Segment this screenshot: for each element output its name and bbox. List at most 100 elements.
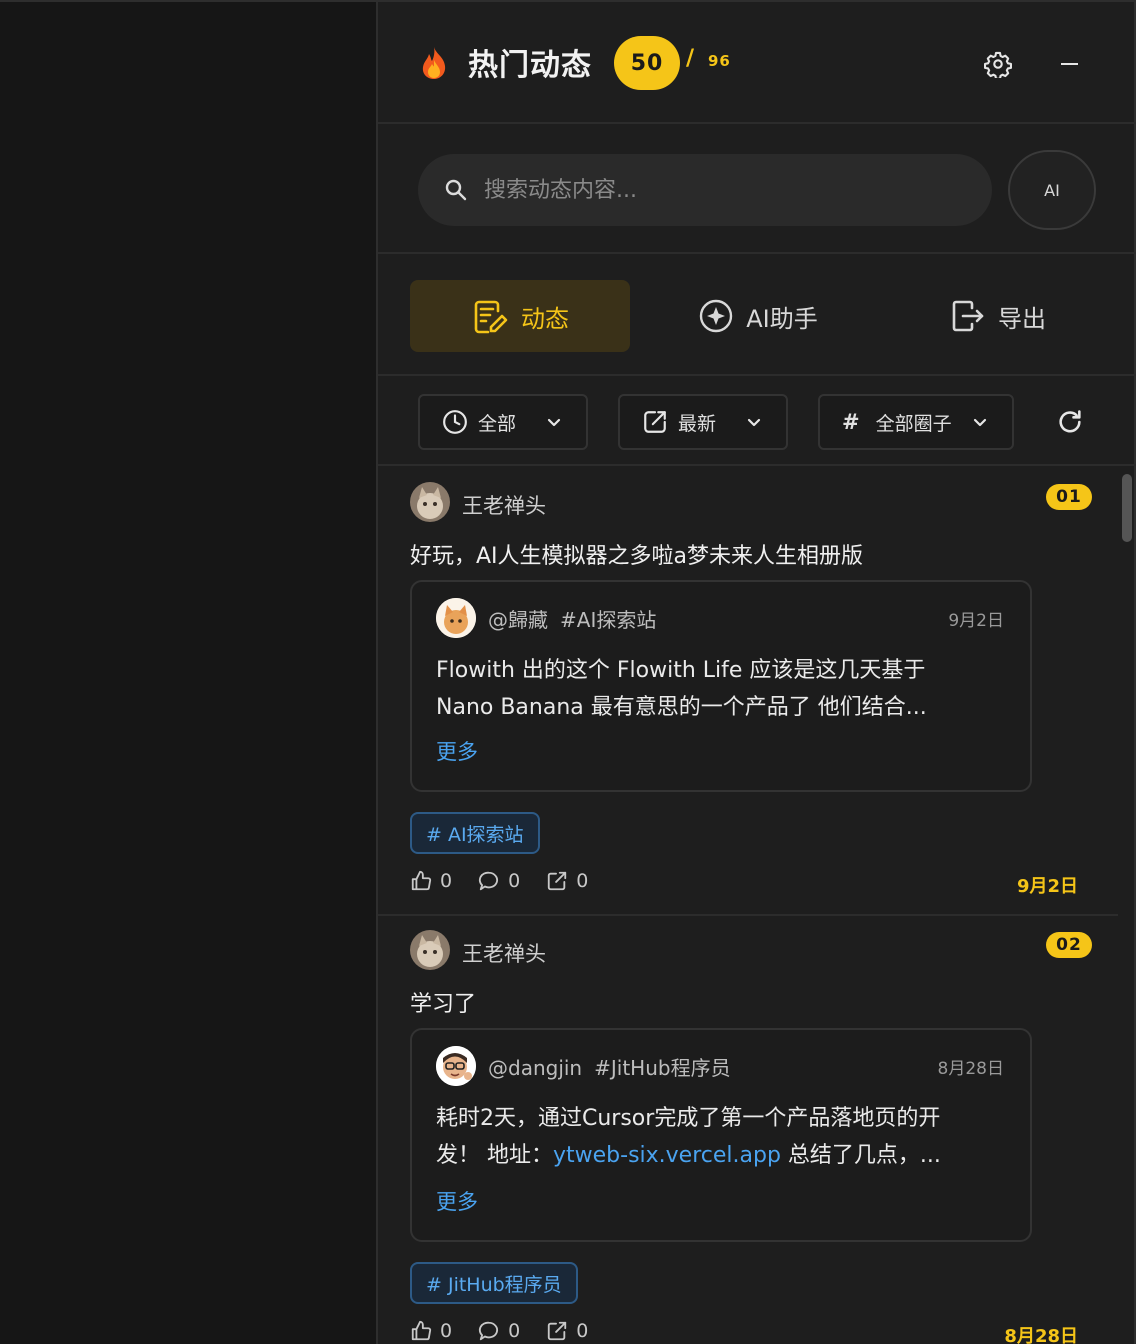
- rank-badge: 02: [1046, 932, 1092, 958]
- search-bar: AI: [378, 126, 1136, 254]
- comment-count: 0: [508, 870, 521, 892]
- share-button[interactable]: 0: [546, 1320, 588, 1342]
- quoted-line: 耗时2天，通过Cursor完成了第一个产品落地页的开: [436, 1106, 941, 1131]
- like-button[interactable]: 0: [410, 1320, 452, 1342]
- quoted-username[interactable]: @dangjin: [488, 1056, 582, 1080]
- sort-value: 最新: [678, 412, 717, 435]
- minimize-button[interactable]: [1050, 44, 1090, 84]
- edit-note-icon: [474, 300, 508, 334]
- quoted-topic[interactable]: #AI探索站: [560, 608, 656, 632]
- search-box: [418, 154, 992, 226]
- feed-item[interactable]: 王老禅头 02 学习了 @dangjin #JitHub程序员 8月28日 耗时…: [378, 916, 1118, 1344]
- gear-icon: [984, 51, 1012, 78]
- quoted-line: 发！ 地址：ytweb-six.vercel.app 总结了几点，...: [436, 1137, 1006, 1174]
- fire-icon: [422, 47, 446, 79]
- quoted-text: 总结了几点，...: [780, 1143, 941, 1168]
- comment-button[interactable]: 0: [478, 870, 520, 892]
- avatar[interactable]: [410, 482, 450, 522]
- visible-count-badge: 50: [614, 36, 680, 90]
- post-date: 9月2日: [1016, 876, 1078, 897]
- quoted-post-card[interactable]: @歸藏 #AI探索站 9月2日 Flowith 出的这个 Flowith Life…: [410, 580, 1032, 792]
- cat-avatar-icon: [436, 598, 476, 638]
- thumbs-up-icon: [411, 1320, 432, 1341]
- author-name[interactable]: 王老禅头: [462, 938, 546, 968]
- read-more-link[interactable]: 更多: [436, 1186, 478, 1216]
- quoted-body: 耗时2天，通过Cursor完成了第一个产品落地页的开 发！ 地址：ytweb-s…: [436, 1100, 1006, 1174]
- memoji-avatar-icon: [436, 1046, 476, 1086]
- quoted-body: Flowith 出的这个 Flowith Life 应该是这几天基于 Nano …: [436, 652, 1006, 726]
- like-count: 0: [440, 870, 453, 892]
- tab-ai-assistant[interactable]: AI助手: [678, 280, 838, 352]
- count-separator: /: [686, 46, 695, 71]
- left-empty-pane: [0, 0, 376, 1344]
- thumbs-up-icon: [411, 870, 432, 891]
- tab-feed[interactable]: 动态: [410, 280, 630, 352]
- tab-export-label: 导出: [998, 304, 1046, 333]
- cat-avatar-icon: [410, 482, 450, 522]
- post-text: 学习了: [410, 992, 477, 1017]
- post-date: 8月28日: [1004, 1326, 1078, 1344]
- search-input[interactable]: [484, 168, 964, 212]
- quoted-avatar: [436, 1046, 476, 1086]
- minus-icon: [1061, 63, 1078, 65]
- hot-feed-panel: 热门动态 50 / 96 AI: [376, 0, 1136, 1344]
- topic-tag[interactable]: # AI探索站: [410, 812, 540, 854]
- total-count: 96: [708, 52, 731, 70]
- tab-export[interactable]: 导出: [938, 280, 1058, 352]
- like-count: 0: [440, 1320, 453, 1342]
- share-icon: [548, 1321, 567, 1341]
- quoted-line: Nano Banana 最有意思的一个产品了 他们结合...: [436, 695, 927, 720]
- clock-icon: [443, 410, 467, 434]
- chevron-down-icon: [547, 418, 561, 427]
- tab-feed-label: 动态: [521, 304, 569, 333]
- external-link-icon: [644, 411, 666, 433]
- quoted-author: @歸藏 #AI探索站: [488, 604, 656, 633]
- quoted-line: Flowith 出的这个 Flowith Life 应该是这几天基于: [436, 658, 926, 683]
- scrollbar-thumb[interactable]: [1122, 474, 1132, 542]
- refresh-icon[interactable]: [1056, 408, 1084, 436]
- avatar[interactable]: [410, 930, 450, 970]
- feed-list: 王老禅头 01 好玩，AI人生模拟器之多啦a梦未来人生相册版 @歸藏 #AI探索站…: [378, 468, 1136, 1344]
- comment-icon: [479, 871, 499, 891]
- ai-sparkle-icon: [700, 299, 733, 333]
- quoted-date: 9月2日: [948, 611, 1004, 631]
- share-button[interactable]: 0: [546, 870, 588, 892]
- quoted-avatar: [436, 598, 476, 638]
- comment-icon: [479, 1321, 499, 1341]
- tab-bar: 动态 AI助手 导出: [378, 256, 1136, 376]
- chevron-down-icon: [973, 418, 987, 427]
- time-range-dropdown[interactable]: 全部: [418, 394, 588, 450]
- quoted-topic[interactable]: #JitHub程序员: [594, 1056, 730, 1080]
- search-icon: [445, 179, 467, 201]
- quoted-author: @dangjin #JitHub程序员: [488, 1052, 731, 1081]
- share-count: 0: [576, 870, 589, 892]
- export-icon: [952, 300, 984, 332]
- comment-count: 0: [508, 1320, 521, 1342]
- chevron-down-icon: [747, 418, 761, 427]
- sort-dropdown[interactable]: 最新: [618, 394, 788, 450]
- filter-bar: 全部 最新 # 全部圈子: [378, 378, 1136, 466]
- post-stats: 0 0 0: [410, 1320, 588, 1342]
- time-range-value: 全部: [478, 412, 517, 435]
- feed-item[interactable]: 王老禅头 01 好玩，AI人生模拟器之多啦a梦未来人生相册版 @歸藏 #AI探索站…: [378, 468, 1118, 914]
- share-count: 0: [576, 1320, 589, 1342]
- circle-value: 全部圈子: [875, 412, 952, 435]
- ai-search-button[interactable]: AI: [1008, 150, 1096, 230]
- circle-dropdown[interactable]: # 全部圈子: [818, 394, 1014, 450]
- like-button[interactable]: 0: [410, 870, 452, 892]
- quoted-username[interactable]: @歸藏: [488, 608, 548, 632]
- panel-header: 热门动态 50 / 96: [378, 2, 1136, 124]
- rank-badge: 01: [1046, 484, 1092, 510]
- author-name[interactable]: 王老禅头: [462, 490, 546, 520]
- read-more-link[interactable]: 更多: [436, 736, 478, 766]
- settings-button[interactable]: [978, 44, 1018, 84]
- comment-button[interactable]: 0: [478, 1320, 520, 1342]
- share-icon: [548, 871, 567, 891]
- tab-ai-label: AI助手: [746, 304, 818, 333]
- cat-avatar-icon: [410, 930, 450, 970]
- quoted-post-card[interactable]: @dangjin #JitHub程序员 8月28日 耗时2天，通过Cursor完成…: [410, 1028, 1032, 1242]
- hash-icon: #: [842, 410, 860, 434]
- quoted-url-link[interactable]: ytweb-six.vercel.app: [553, 1143, 781, 1168]
- topic-tag[interactable]: # JitHub程序员: [410, 1262, 578, 1304]
- post-stats: 0 0 0: [410, 870, 588, 892]
